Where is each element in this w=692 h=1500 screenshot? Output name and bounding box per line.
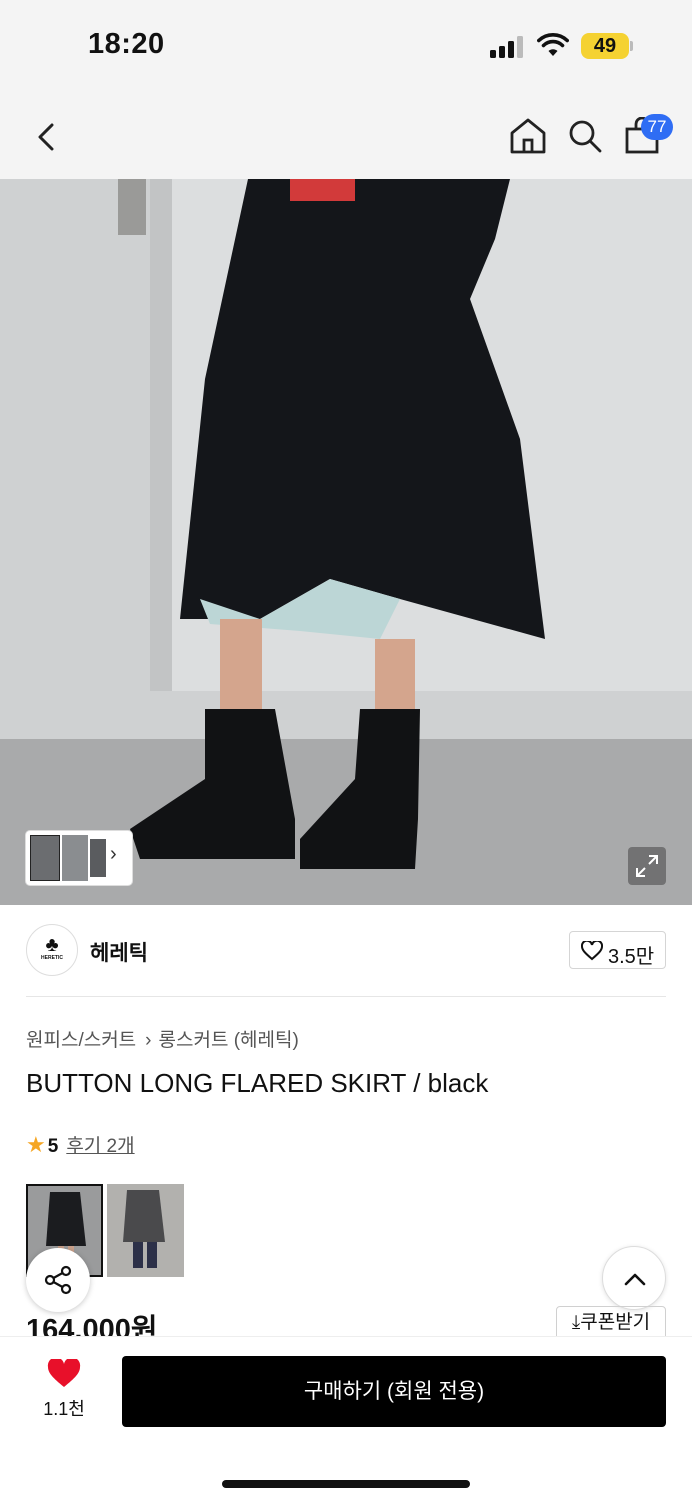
buy-button[interactable]: 구매하기 (회원 전용): [122, 1356, 666, 1427]
status-bar: 18:20 49: [0, 0, 692, 95]
star-icon: ★: [26, 1132, 46, 1157]
rating-row: ★ 5 후기 2개: [26, 1131, 135, 1158]
heart-outline-icon: [581, 941, 603, 961]
status-time: 18:20: [88, 28, 165, 60]
product-title: BUTTON LONG FLARED SKIRT / black: [26, 1068, 489, 1098]
brand-logo[interactable]: ♣ HERETIC: [26, 924, 78, 976]
brand-like-button[interactable]: 3.5만: [569, 931, 666, 969]
search-icon[interactable]: [566, 117, 604, 155]
rating-score: 5: [47, 1136, 59, 1157]
chevron-right-icon: ›: [110, 843, 117, 865]
thumbnail-2[interactable]: [62, 835, 88, 881]
breadcrumb-parent[interactable]: 원피스/스커트: [26, 1030, 136, 1051]
thumbnail-1[interactable]: [30, 835, 60, 881]
share-icon: [44, 1265, 72, 1295]
coupon-label: 쿠폰받기: [580, 1312, 651, 1333]
expand-icon[interactable]: [628, 847, 666, 885]
wishlist-button[interactable]: 1.1천: [32, 1359, 96, 1423]
home-indicator: [222, 1480, 470, 1488]
product-price: 164,000원: [26, 1314, 158, 1336]
product-photo: [0, 179, 692, 905]
battery-tip: [630, 41, 633, 51]
image-thumbnail-strip[interactable]: ›: [26, 831, 132, 885]
chevron-right-icon: ›: [145, 1030, 152, 1051]
breadcrumb-child[interactable]: 롱스커트 (헤레틱): [159, 1030, 299, 1051]
wishlist-count: 1.1천: [43, 1399, 85, 1419]
heart-filled-icon: [47, 1359, 81, 1387]
share-button[interactable]: [26, 1248, 90, 1312]
product-image[interactable]: ›: [0, 179, 692, 905]
cart-count-badge: 77: [641, 114, 673, 140]
coupon-button[interactable]: ⤓쿠폰받기: [556, 1306, 666, 1338]
brand-name[interactable]: 헤레틱: [90, 937, 148, 967]
download-icon: ⤓: [571, 1312, 581, 1333]
review-link[interactable]: 후기 2개: [66, 1136, 134, 1157]
home-icon[interactable]: [508, 117, 548, 155]
brand-row: ♣ HERETIC 헤레틱 3.5만: [26, 924, 666, 976]
top-navigation: 77: [0, 95, 692, 179]
breadcrumb: 원피스/스커트 › 롱스커트 (헤레틱): [26, 1025, 299, 1052]
wifi-icon: [537, 33, 569, 56]
color-option-2[interactable]: [107, 1184, 184, 1277]
back-arrow-icon[interactable]: [30, 117, 64, 157]
scroll-to-top-button[interactable]: [602, 1246, 666, 1310]
chevron-up-icon: [624, 1273, 646, 1286]
brand-like-count: 3.5만: [608, 946, 655, 968]
cellular-signal-icon: [490, 36, 523, 58]
option-photo-2: [107, 1184, 184, 1277]
bottom-action-bar: 1.1천 구매하기 (회원 전용): [0, 1336, 692, 1500]
divider: [26, 996, 666, 997]
brand-logo-text: HERETIC: [41, 955, 63, 961]
battery-level: 49: [581, 33, 629, 59]
thumbnail-3[interactable]: [90, 839, 106, 877]
